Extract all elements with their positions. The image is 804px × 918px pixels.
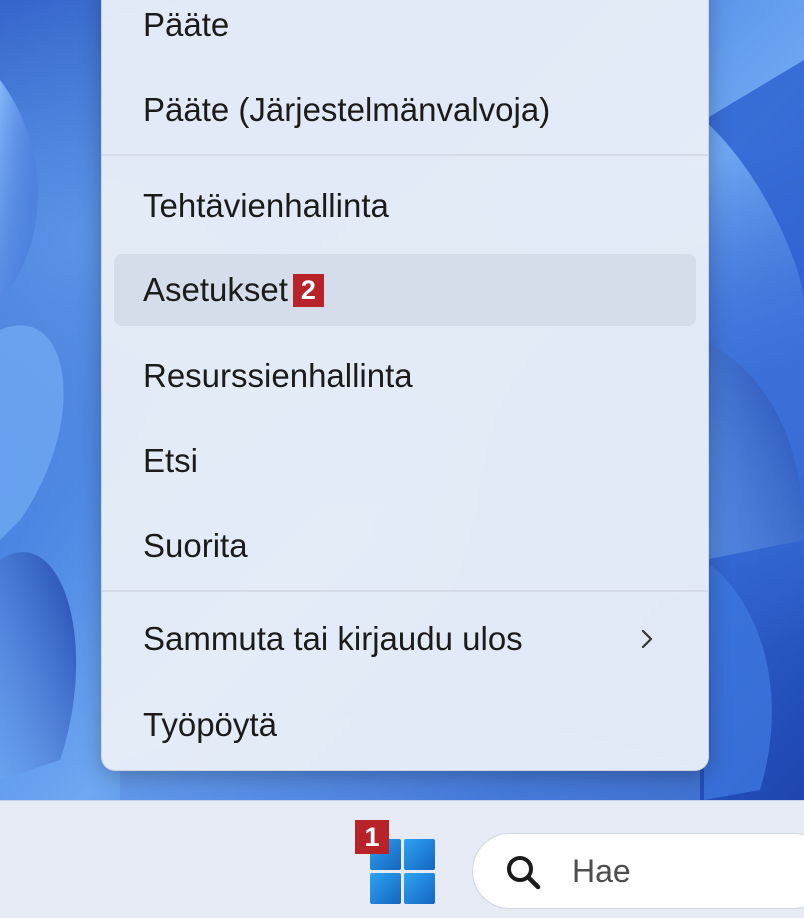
menu-item-asetukset[interactable]: Asetukset 2 xyxy=(114,254,696,326)
menu-item-label: Sammuta tai kirjaudu ulos xyxy=(143,620,523,657)
menu-item-label: Työpöytä xyxy=(143,706,277,743)
context-menu: Pääte Pääte (Järjestelmänvalvoja) Tehtäv… xyxy=(101,0,709,771)
menu-item-suorita[interactable]: Suorita xyxy=(114,510,696,582)
step-badge-2: 2 xyxy=(292,273,324,307)
menu-item-sammuta[interactable]: Sammuta tai kirjaudu ulos xyxy=(114,603,696,675)
menu-separator xyxy=(102,154,708,156)
menu-item-label: Etsi xyxy=(143,442,199,479)
taskbar: Hae xyxy=(0,800,804,918)
search-placeholder: Hae xyxy=(572,853,631,889)
menu-item-label: Pääte xyxy=(143,6,230,43)
menu-item-label: Suorita xyxy=(143,527,248,564)
menu-item-paate[interactable]: Pääte xyxy=(114,0,696,61)
chevron-right-icon xyxy=(641,629,653,649)
search-icon xyxy=(507,856,541,890)
menu-item-tehtavienhallinta[interactable]: Tehtävienhallinta xyxy=(114,170,696,242)
menu-separator xyxy=(102,590,708,592)
menu-item-paate-admin[interactable]: Pääte (Järjestelmänvalvoja) xyxy=(114,74,696,146)
menu-item-resurssienhallinta[interactable]: Resurssienhallinta xyxy=(114,340,696,412)
menu-item-label: Resurssienhallinta xyxy=(143,357,413,394)
menu-item-label: Tehtävienhallinta xyxy=(143,187,389,224)
menu-item-label: Asetukset xyxy=(143,271,288,308)
menu-item-etsi[interactable]: Etsi xyxy=(114,425,696,497)
step-badge-1: 1 xyxy=(355,820,389,854)
menu-item-tyopoyta[interactable]: Työpöytä xyxy=(114,689,696,761)
taskbar-search-box[interactable]: Hae xyxy=(472,833,804,909)
menu-item-label: Pääte (Järjestelmänvalvoja) xyxy=(143,91,551,128)
